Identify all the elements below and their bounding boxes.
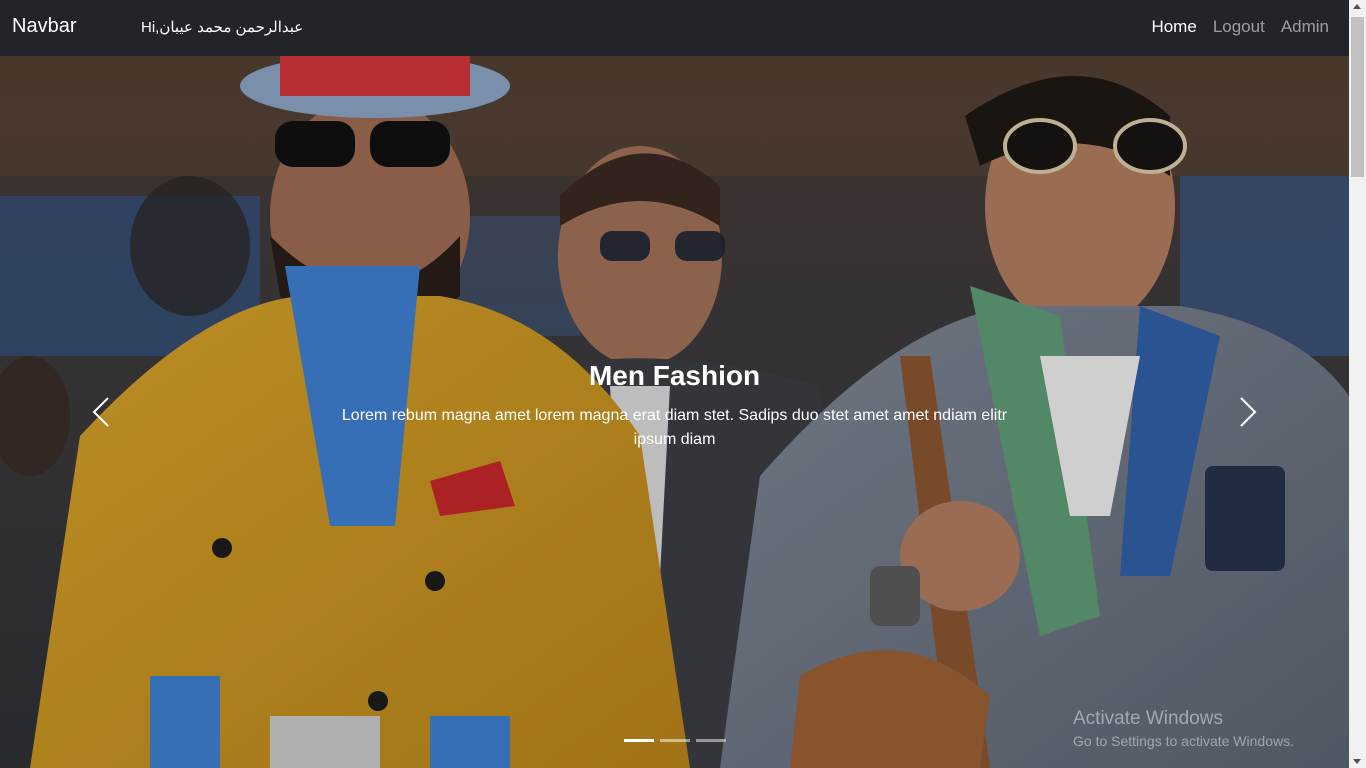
carousel-prev-button[interactable] [86,386,116,438]
carousel-indicator-1[interactable] [624,739,654,742]
caption-text: Lorem rebum magna amet lorem magna erat … [341,407,1008,448]
windows-activation-watermark: Activate Windows Go to Settings to activ… [1073,708,1294,750]
nav-link-admin[interactable]: Admin [1281,17,1329,37]
scroll-up-arrow-icon[interactable] [1353,4,1361,9]
scroll-down-arrow-icon[interactable] [1353,759,1361,764]
carousel-indicator-2[interactable] [660,739,690,742]
navbar: Navbar Hi,عبدالرحمن محمد عيبان Home Logo… [0,0,1349,56]
nav-links: Home Logout Admin [1151,17,1329,37]
page-scrollbar[interactable] [1349,0,1366,768]
chevron-left-icon [92,397,109,427]
slide-caption: Men Fashion Lorem rebum magna amet lorem… [337,356,1012,452]
nav-link-logout[interactable]: Logout [1213,17,1265,37]
user-greeting: Hi,عبدالرحمن محمد عيبان [141,19,304,36]
carousel-next-button[interactable] [1233,386,1263,438]
watermark-title: Activate Windows [1073,708,1223,729]
scrollbar-thumb[interactable] [1351,17,1364,177]
navbar-brand[interactable]: Navbar [12,15,76,38]
carousel-indicators [624,739,726,742]
caption-title: Men Fashion [588,360,761,391]
watermark-subtitle: Go to Settings to activate Windows. [1073,733,1294,749]
carousel-indicator-3[interactable] [696,739,726,742]
hero-carousel: Men Fashion Lorem rebum magna amet lorem… [0,56,1349,768]
nav-link-home[interactable]: Home [1151,17,1196,37]
chevron-right-icon [1240,397,1257,427]
